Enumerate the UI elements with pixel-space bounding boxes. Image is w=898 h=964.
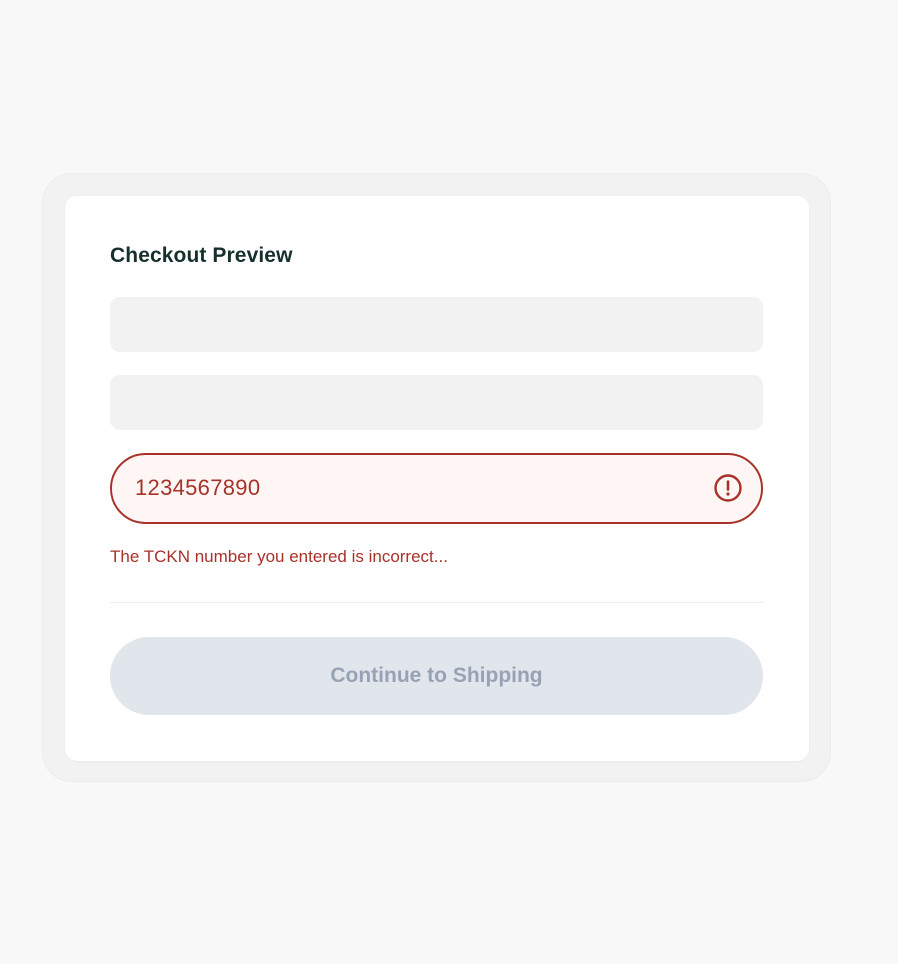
divider xyxy=(110,602,763,603)
tckn-input[interactable] xyxy=(135,455,695,521)
continue-to-shipping-button[interactable]: Continue to Shipping xyxy=(110,637,763,715)
tckn-field xyxy=(110,453,763,524)
skeleton-field-2 xyxy=(110,375,763,430)
alert-circle-icon xyxy=(713,473,743,503)
skeleton-field-1 xyxy=(110,297,763,352)
checkout-card: Checkout Preview The TCKN number you ent… xyxy=(65,196,809,761)
checkout-title: Checkout Preview xyxy=(110,244,293,267)
tckn-error-message: The TCKN number you entered is incorrect… xyxy=(110,547,448,566)
